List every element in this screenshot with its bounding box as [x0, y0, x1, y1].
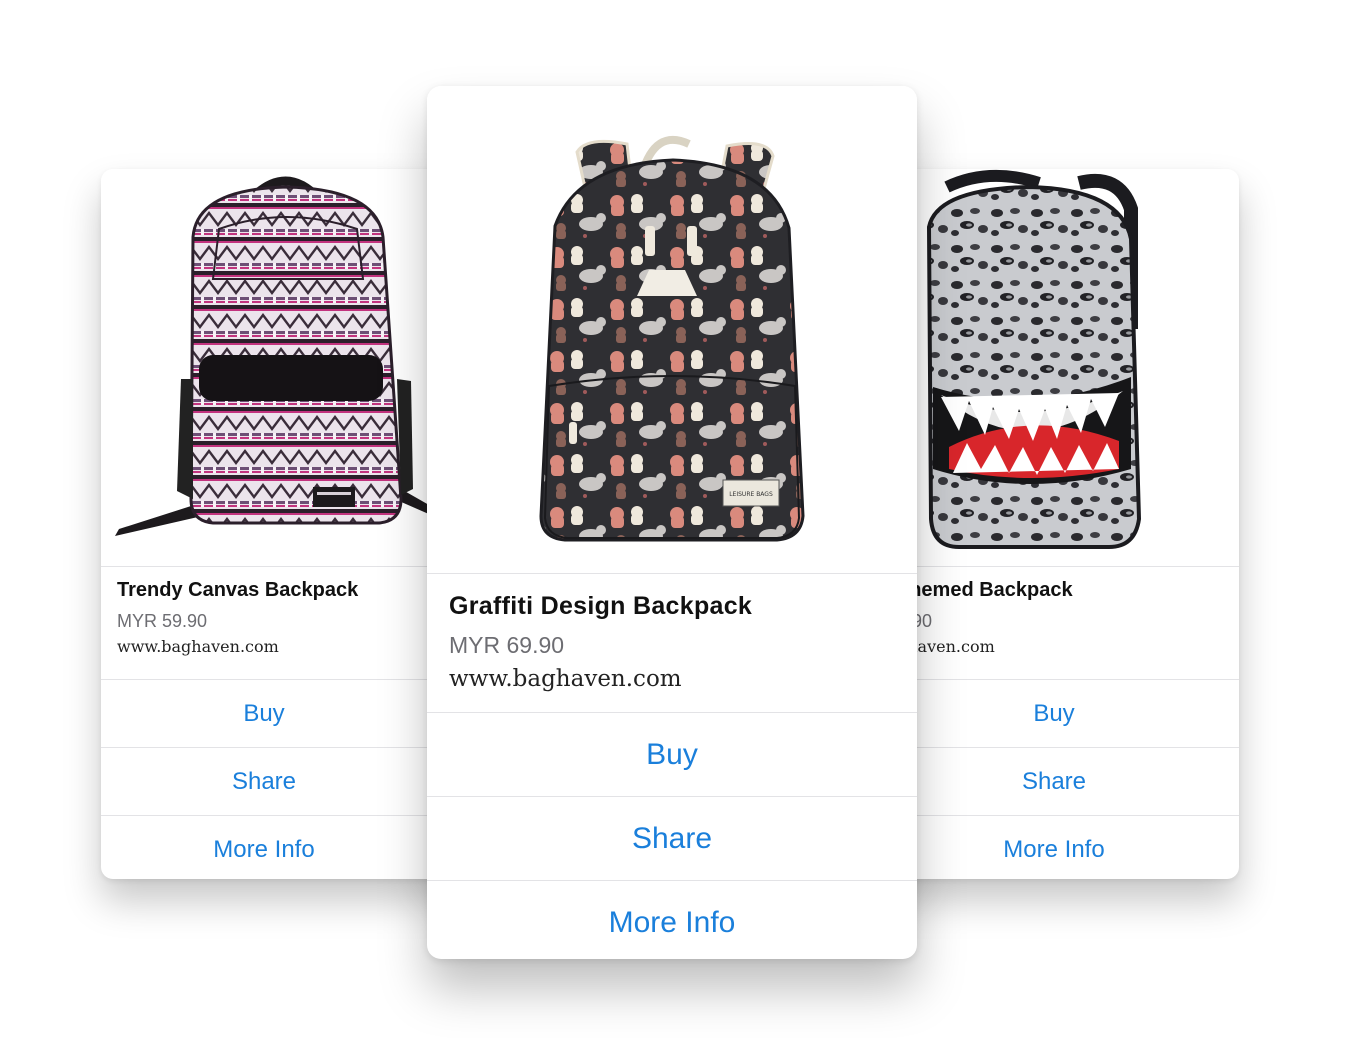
product-card-trendy-canvas[interactable]: Trendy Canvas Backpack MYR 59.90 www.bag… [101, 169, 471, 879]
share-button[interactable]: Share [869, 747, 1239, 815]
product-info: Graffiti Design Backpack MYR 69.90 www.b… [427, 574, 917, 712]
product-card-themed[interactable]: Themed Backpack 9.90 ghaven.com Buy Shar… [869, 169, 1239, 879]
share-button[interactable]: Share [101, 747, 471, 815]
buy-button[interactable]: Buy [869, 679, 1239, 747]
buy-button[interactable]: Buy [101, 679, 471, 747]
product-price: MYR 69.90 [449, 632, 565, 658]
product-card-graffiti[interactable]: LEISURE BAGS Graffiti Design Backpack MY… [427, 86, 917, 959]
more-info-button[interactable]: More Info [869, 815, 1239, 879]
product-title: Trendy Canvas Backpack [117, 579, 359, 601]
product-info: Trendy Canvas Backpack MYR 59.90 www.bag… [101, 567, 471, 679]
product-site: www.baghaven.com [449, 666, 682, 692]
more-info-button[interactable]: More Info [101, 815, 471, 879]
cat-print-backpack-image: LEISURE BAGS [427, 86, 917, 573]
more-info-button[interactable]: More Info [427, 880, 917, 959]
buy-button[interactable]: Buy [427, 712, 917, 796]
tribal-backpack-image [101, 169, 471, 566]
product-site: www.baghaven.com [117, 637, 279, 656]
product-title: Graffiti Design Backpack [449, 592, 753, 620]
product-title: Themed Backpack [897, 579, 1073, 601]
product-price: MYR 59.90 [117, 611, 208, 631]
share-button[interactable]: Share [427, 796, 917, 880]
shark-leopard-backpack-image [869, 169, 1239, 566]
product-info: Themed Backpack 9.90 ghaven.com [869, 567, 1239, 679]
leisure-bags-label: LEISURE BAGS [729, 491, 773, 498]
